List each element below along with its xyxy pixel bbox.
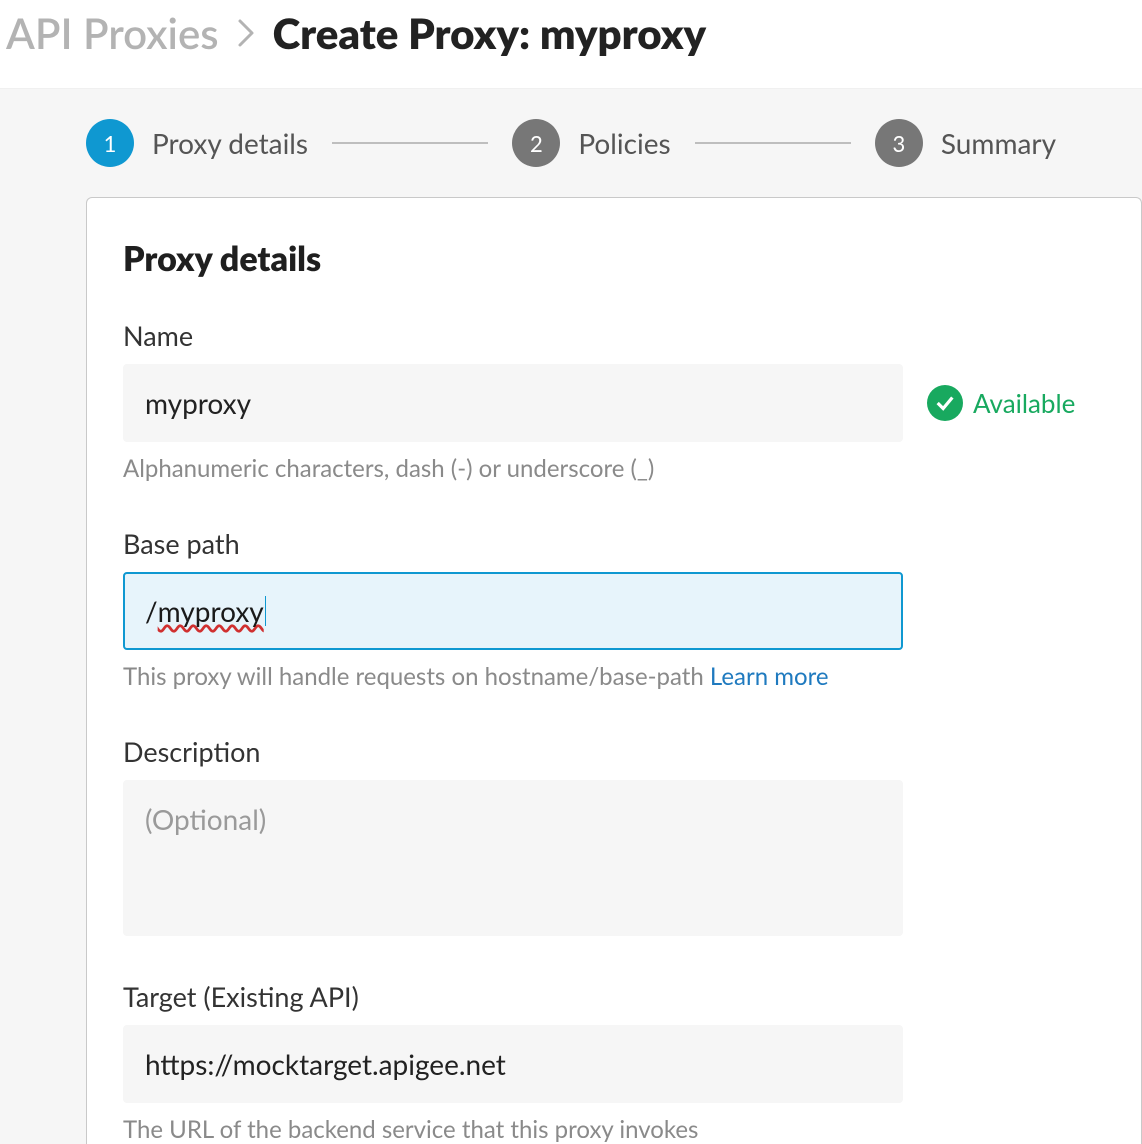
description-input[interactable]	[123, 780, 903, 936]
page-body: 1 Proxy details 2 Policies 3 Summary Pro…	[0, 89, 1142, 1144]
proxy-details-panel: Proxy details Name Available Alphanumeri…	[86, 197, 1142, 1144]
name-input[interactable]	[123, 364, 903, 442]
breadcrumb-header: API Proxies Create Proxy: myproxy	[0, 0, 1142, 89]
basepath-input[interactable]: /myproxy	[123, 572, 903, 650]
panel-title: Proxy details	[123, 238, 1105, 279]
step-divider	[695, 142, 851, 144]
step-number-badge: 2	[512, 119, 560, 167]
basepath-hint-text: This proxy will handle requests on hostn…	[123, 662, 710, 691]
breadcrumb-current: Create Proxy: myproxy	[273, 8, 707, 58]
target-label: Target (Existing API)	[123, 980, 1105, 1013]
step-label: Proxy details	[152, 126, 308, 160]
basepath-label: Base path	[123, 527, 1105, 560]
step-number-badge: 3	[875, 119, 923, 167]
target-hint: The URL of the backend service that this…	[123, 1115, 1105, 1144]
name-hint: Alphanumeric characters, dash (-) or und…	[123, 454, 1105, 483]
description-label: Description	[123, 735, 1105, 768]
step-number-badge: 1	[86, 119, 134, 167]
stepper: 1 Proxy details 2 Policies 3 Summary	[0, 119, 1142, 197]
description-row: Description	[123, 735, 1105, 936]
step-label: Summary	[941, 126, 1056, 160]
target-row: Target (Existing API) The URL of the bac…	[123, 980, 1105, 1144]
check-circle-icon	[927, 385, 963, 421]
step-label: Policies	[578, 126, 670, 160]
status-text: Available	[973, 387, 1075, 419]
name-label: Name	[123, 319, 1105, 352]
basepath-row: Base path /myproxy This proxy will handl…	[123, 527, 1105, 691]
name-availability-status: Available	[927, 385, 1075, 421]
target-input[interactable]	[123, 1025, 903, 1103]
breadcrumb-prev[interactable]: API Proxies	[6, 8, 219, 58]
step-policies[interactable]: 2 Policies	[512, 119, 670, 167]
step-divider	[332, 142, 488, 144]
basepath-value-text: myproxy	[158, 594, 264, 628]
chevron-right-icon	[237, 18, 255, 48]
basepath-hint: This proxy will handle requests on hostn…	[123, 662, 1105, 691]
step-summary[interactable]: 3 Summary	[875, 119, 1056, 167]
learn-more-link[interactable]: Learn more	[710, 662, 829, 691]
step-proxy-details[interactable]: 1 Proxy details	[86, 119, 308, 167]
name-row: Name Available Alphanumeric characters, …	[123, 319, 1105, 483]
